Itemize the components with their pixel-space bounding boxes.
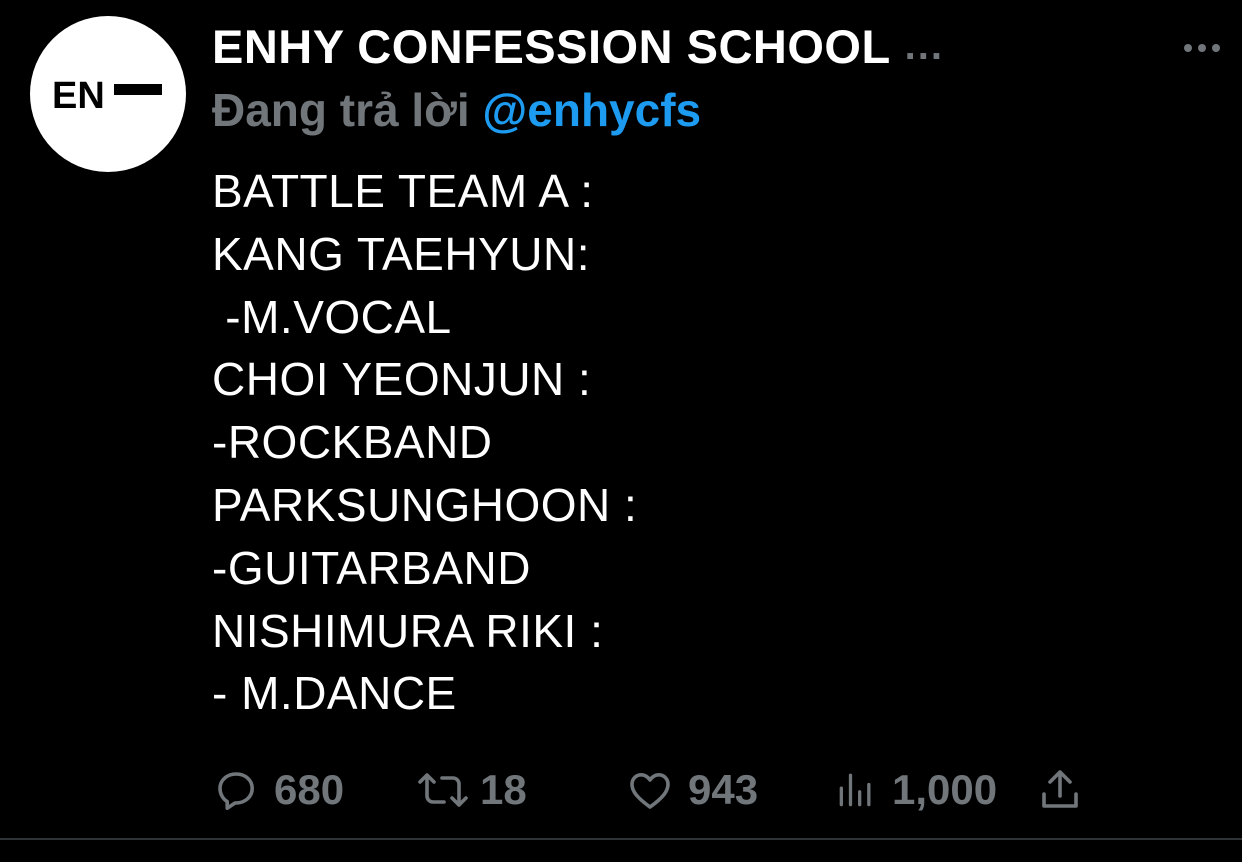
avatar-logo-text: EN bbox=[52, 75, 105, 114]
replying-to-label: Đang trả lời bbox=[212, 84, 483, 136]
tweet-text-line: KANG TAEHYUN: bbox=[212, 227, 590, 280]
reply-count: 680 bbox=[274, 766, 345, 813]
tweet-actions-bar: 680 18 943 1,000 bbox=[212, 762, 1112, 818]
tweet-text: BATTLE TEAM A : KANG TAEHYUN: -M.VOCAL C… bbox=[212, 160, 1212, 725]
heart-icon bbox=[630, 773, 670, 809]
avatar[interactable]: EN bbox=[30, 16, 186, 172]
more-options-button[interactable] bbox=[1182, 36, 1222, 60]
more-horizontal-icon bbox=[1184, 44, 1220, 52]
views-count: 1,000 bbox=[892, 766, 998, 813]
retweet-icon bbox=[418, 773, 468, 807]
retweet-count: 18 bbox=[480, 766, 527, 813]
like-count: 943 bbox=[688, 766, 759, 813]
author-row: ENHY CONFESSION SCHOOL ... bbox=[212, 18, 1212, 74]
share-button[interactable] bbox=[1038, 762, 1082, 818]
reply-bubble-icon bbox=[218, 772, 254, 810]
analytics-bars-icon bbox=[839, 773, 871, 807]
like-button[interactable]: 943 bbox=[626, 762, 758, 818]
views-button[interactable]: 1,000 bbox=[834, 762, 997, 818]
tweet-text-line: PARKSUNGHOON : bbox=[212, 478, 638, 531]
tweet-header: ENHY CONFESSION SCHOOL ... Đang trả lời … bbox=[212, 18, 1212, 138]
tweet-text-line: BATTLE TEAM A : bbox=[212, 165, 594, 217]
retweet-button[interactable]: 18 bbox=[416, 762, 527, 818]
tweet[interactable]: EN ENHY CONFESSION SCHOOL ... Đang trả l… bbox=[0, 0, 1242, 862]
tweet-text-line: -M.VOCAL bbox=[212, 290, 452, 343]
tweet-text-line: - M.DANCE bbox=[212, 667, 457, 720]
author-display-name[interactable]: ENHY CONFESSION SCHOOL bbox=[212, 19, 891, 74]
tweet-divider bbox=[0, 838, 1242, 840]
tweet-text-line: CHOI YEONJUN : bbox=[212, 353, 592, 406]
replying-to: Đang trả lời @enhycfs bbox=[212, 82, 1212, 138]
tweet-text-line: NISHIMURA RIKI : bbox=[212, 604, 604, 657]
author-name-ellipsis: ... bbox=[904, 23, 945, 68]
share-upload-icon bbox=[1042, 770, 1078, 808]
reply-button[interactable]: 680 bbox=[212, 762, 344, 818]
replying-to-handle-link[interactable]: @enhycfs bbox=[482, 84, 701, 136]
en-logo-icon: EN bbox=[52, 75, 162, 114]
tweet-text-line: -ROCKBAND bbox=[212, 416, 493, 469]
tweet-text-line: -GUITARBAND bbox=[212, 541, 531, 594]
